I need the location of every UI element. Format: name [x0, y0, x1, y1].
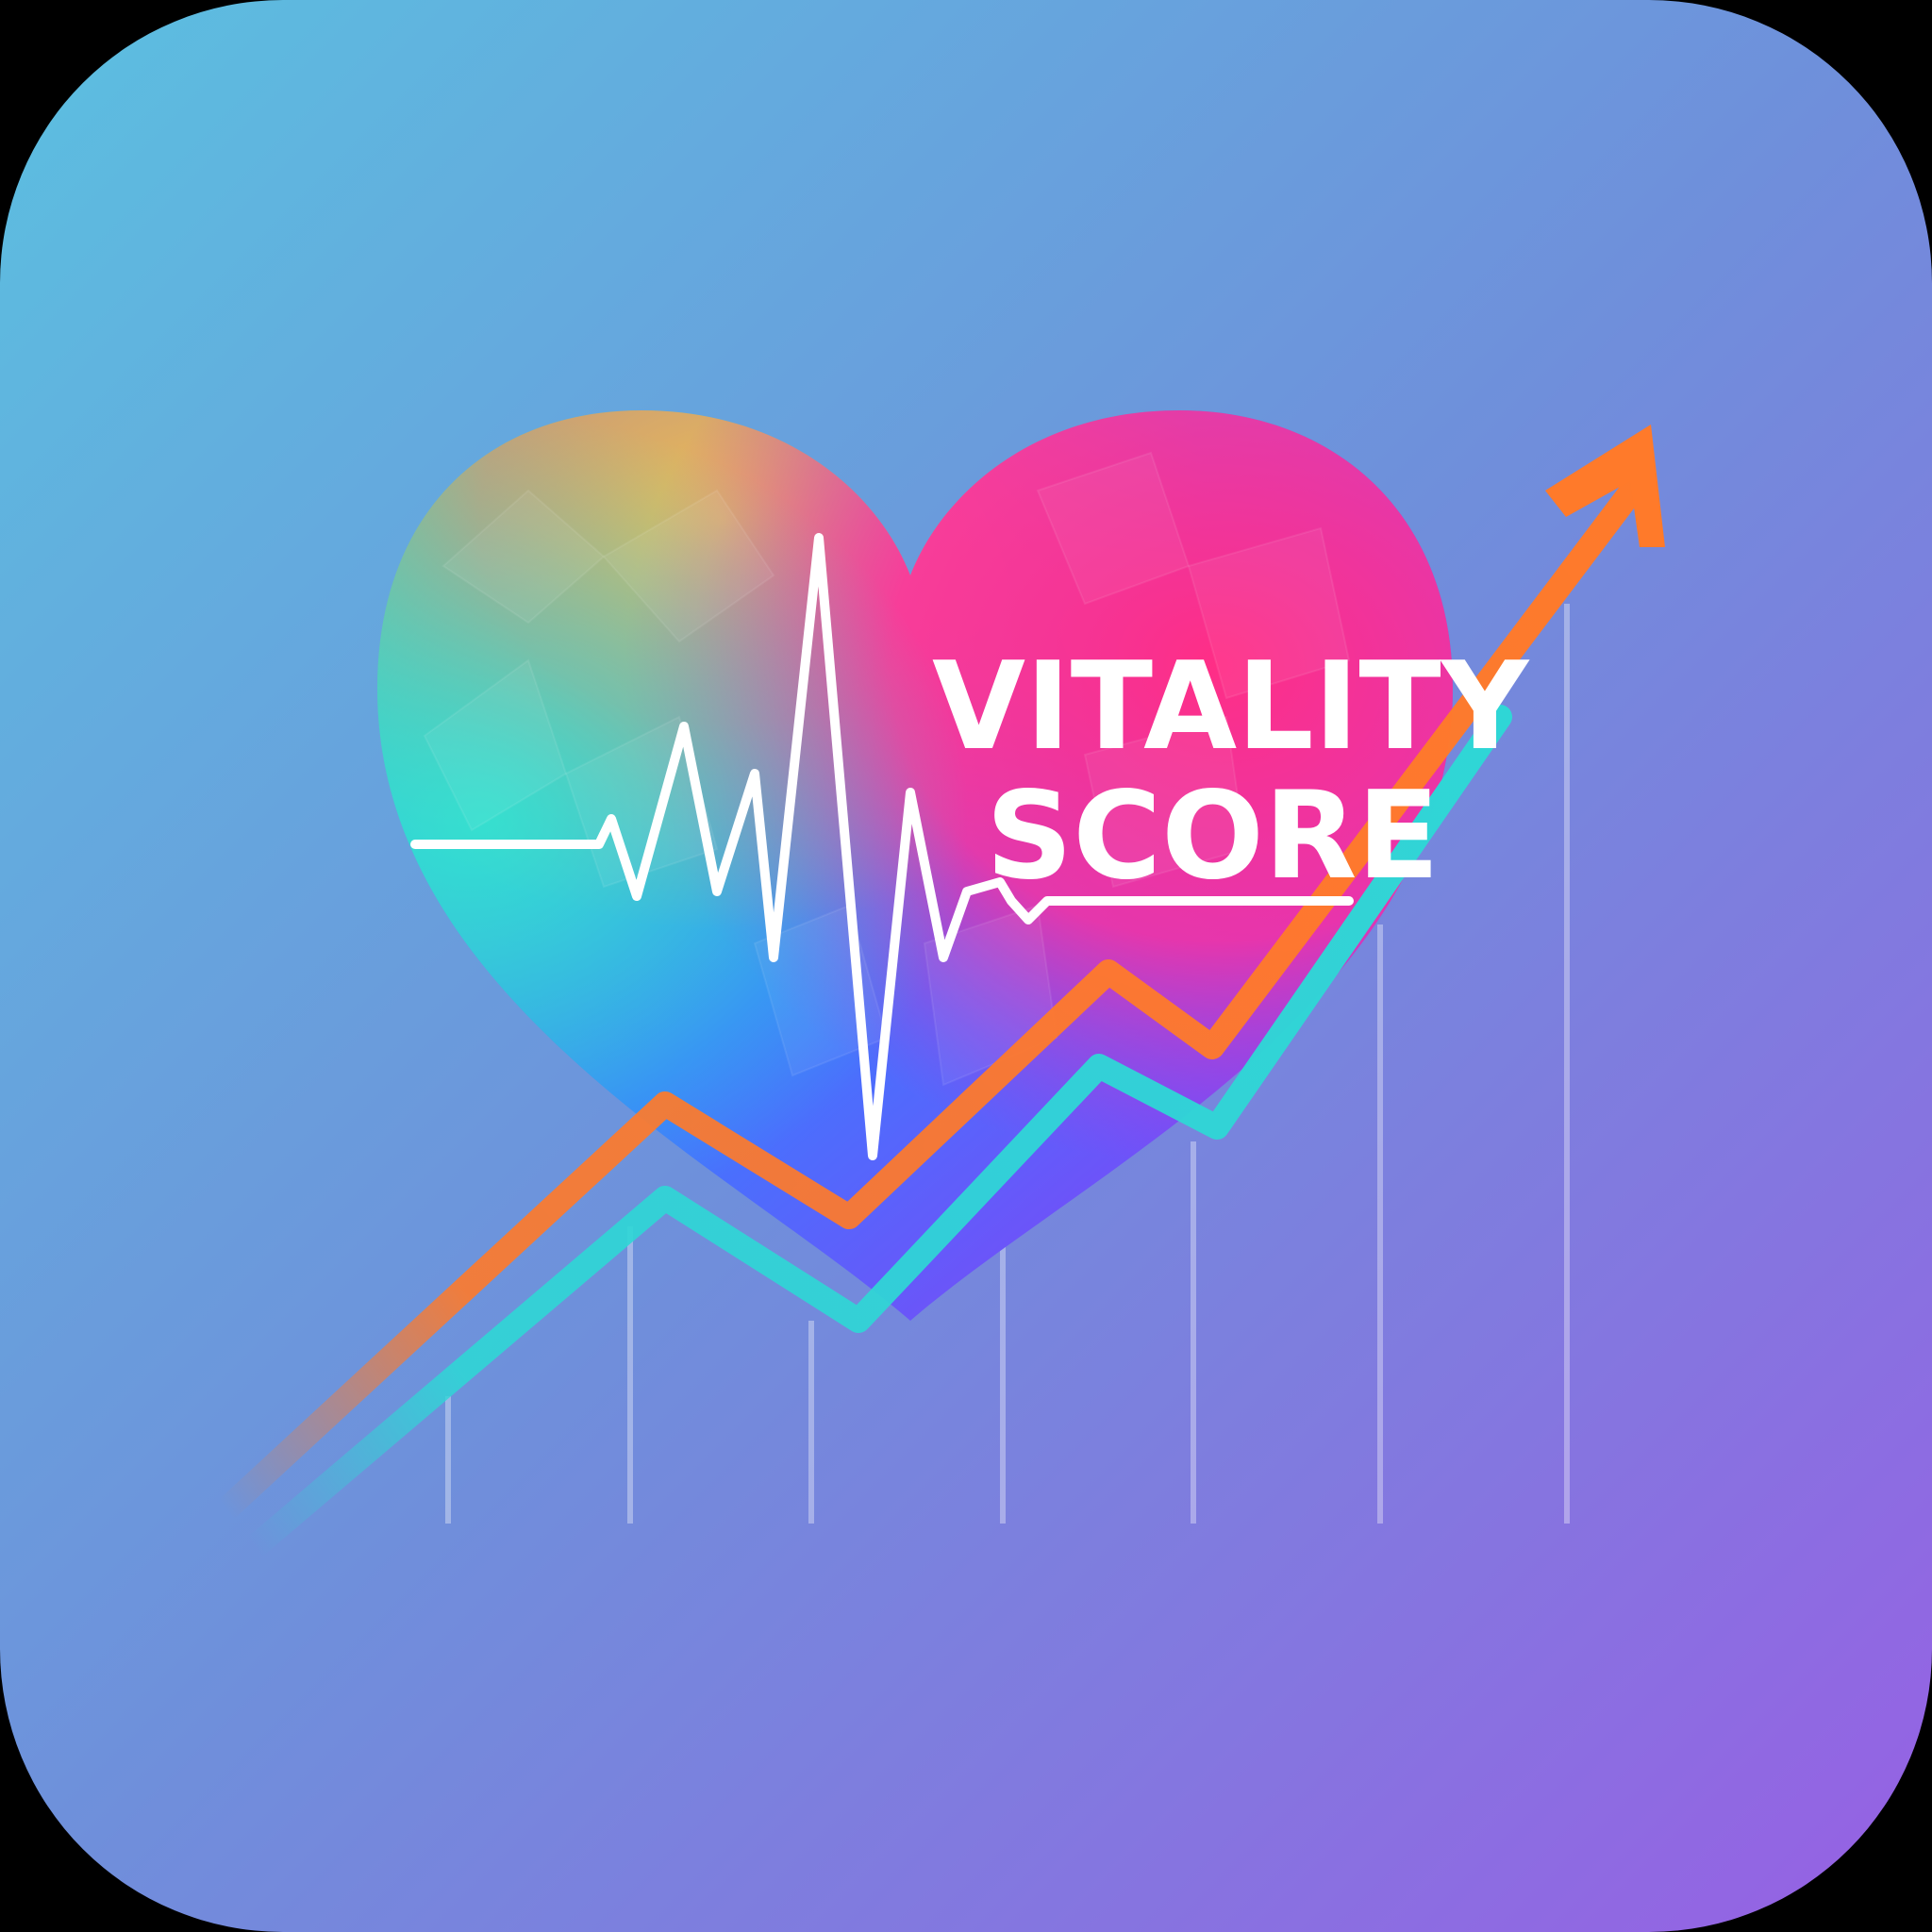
app-title-line-2: SCORE	[986, 766, 1440, 907]
app-icon-artwork: VITALITY SCORE	[0, 0, 1932, 1932]
app-title-line-1: VITALITY	[932, 637, 1530, 777]
app-icon: VITALITY SCORE	[0, 0, 1932, 1932]
